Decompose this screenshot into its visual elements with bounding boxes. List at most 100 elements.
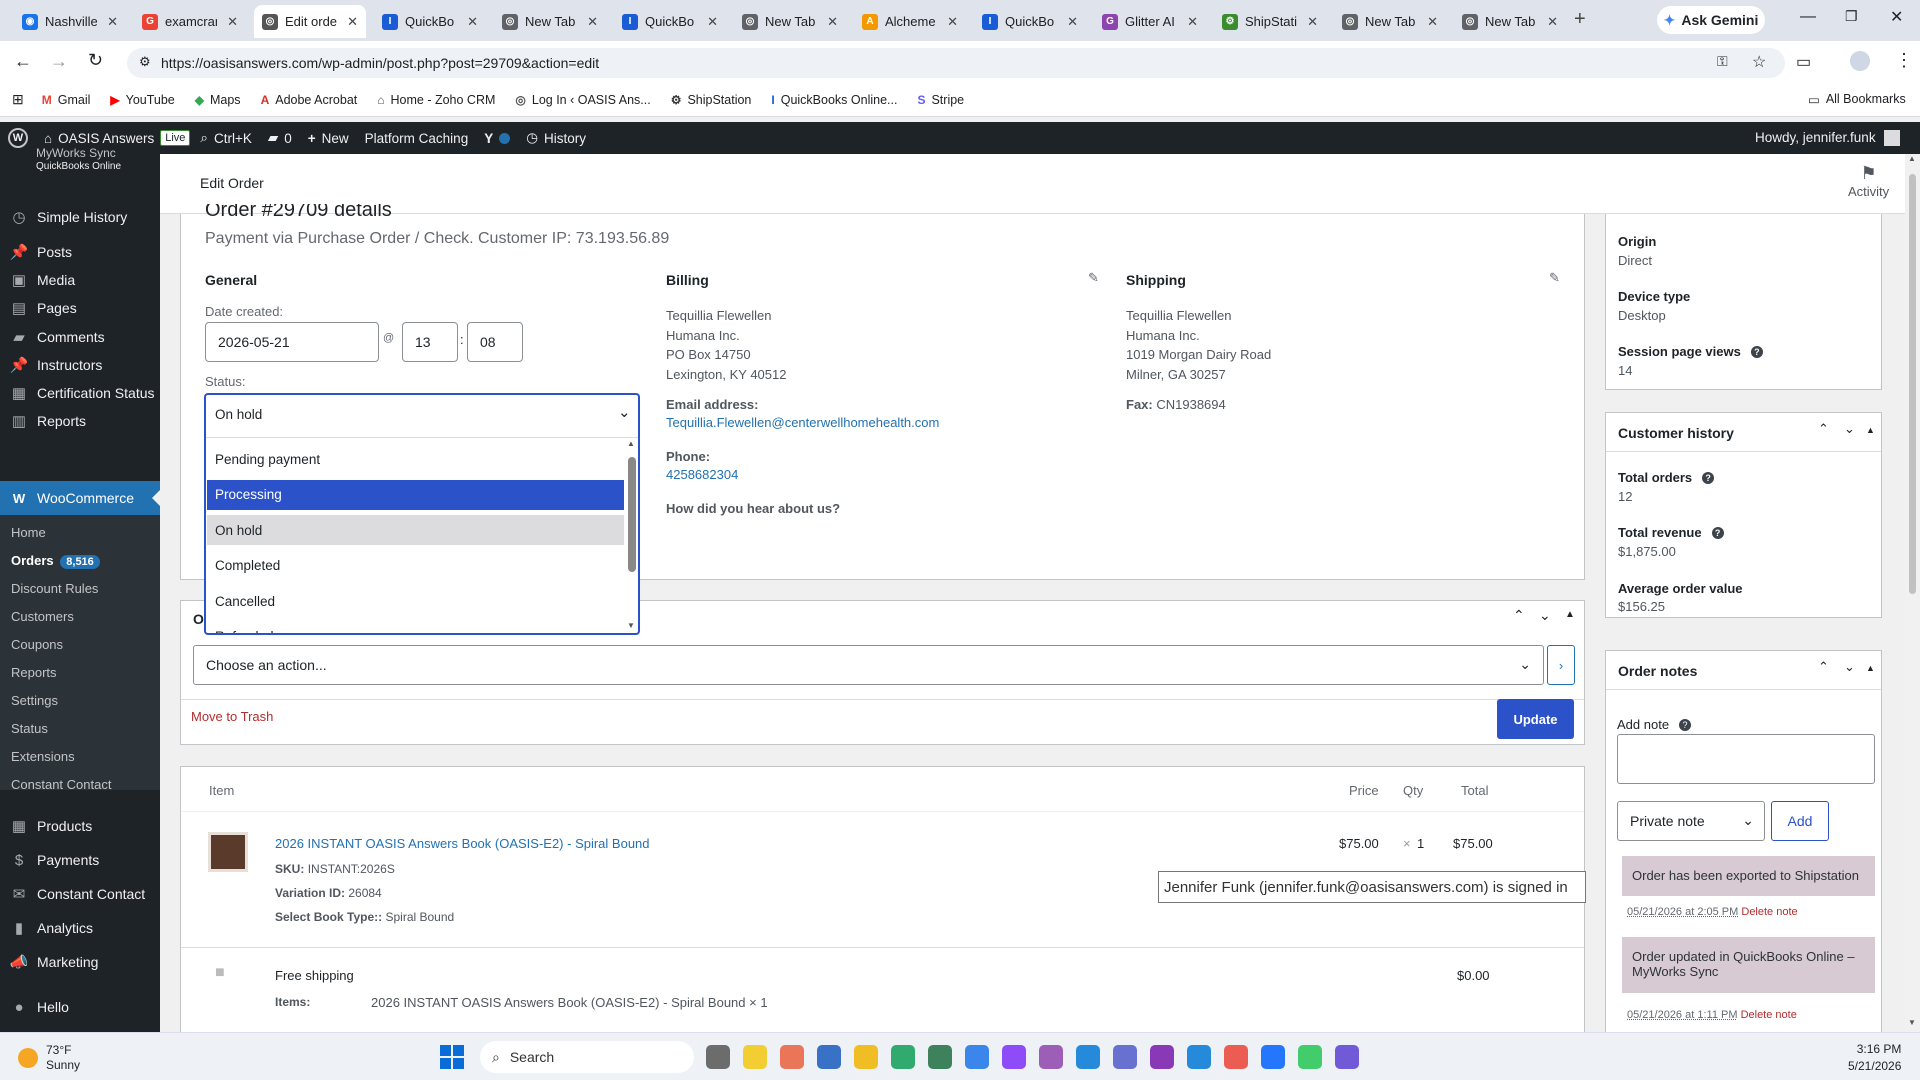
- woocommerce-submenu-item[interactable]: Settings: [11, 693, 58, 708]
- reload-icon[interactable]: ↻: [88, 50, 103, 71]
- browser-tab[interactable]: ◎ New Tab ✕: [734, 5, 846, 38]
- browser-tab[interactable]: I QuickBo ✕: [374, 5, 486, 38]
- wordpress-logo-icon[interactable]: W: [8, 128, 28, 148]
- taskbar-app-icon[interactable]: [965, 1045, 989, 1069]
- browser-tab[interactable]: ◉ Nashville ✕: [14, 5, 126, 38]
- taskbar-app-icon[interactable]: [1298, 1045, 1322, 1069]
- bookmark-item[interactable]: ⌂ Home - Zoho CRM: [377, 93, 495, 107]
- all-bookmarks[interactable]: ▭ All Bookmarks: [1808, 92, 1906, 107]
- delete-note-link[interactable]: Delete note: [1741, 1009, 1797, 1021]
- maximize-button[interactable]: ❐: [1845, 8, 1858, 25]
- browser-tab[interactable]: ◎ New Tab ✕: [1334, 5, 1446, 38]
- yoast-menu[interactable]: Y: [484, 131, 511, 146]
- bookmark-item[interactable]: ◎ Log In ‹ OASIS Ans...: [515, 93, 650, 107]
- close-tab-icon[interactable]: ✕: [707, 14, 718, 30]
- sidebar-item[interactable]: 📣 Marketing: [0, 945, 160, 979]
- close-tab-icon[interactable]: ✕: [467, 14, 478, 30]
- bookmark-item[interactable]: ◆ Maps: [195, 93, 241, 107]
- close-tab-icon[interactable]: ✕: [947, 14, 958, 30]
- taskbar-app-icon[interactable]: [1002, 1045, 1026, 1069]
- platform-caching-menu[interactable]: Platform Caching: [365, 131, 469, 146]
- hour-input[interactable]: 13: [402, 322, 458, 362]
- bookmark-item[interactable]: A Adobe Acrobat: [261, 93, 358, 107]
- toggle-panel-icon[interactable]: ▲: [1565, 609, 1575, 620]
- taskbar-app-icon[interactable]: [1039, 1045, 1063, 1069]
- dropdown-scrollbar[interactable]: ▲ ▼: [626, 437, 638, 633]
- delete-note-link[interactable]: Delete note: [1741, 906, 1797, 918]
- close-tab-icon[interactable]: ✕: [827, 14, 838, 30]
- comments-link[interactable]: ▰ 0: [268, 130, 292, 146]
- address-bar[interactable]: ⚙ https://oasisanswers.com/wp-admin/post…: [127, 48, 1785, 78]
- browser-tab[interactable]: ◎ New Tab ✕: [494, 5, 606, 38]
- close-tab-icon[interactable]: ✕: [107, 14, 118, 30]
- toggle-panel-icon[interactable]: ▲: [1866, 663, 1875, 673]
- start-button[interactable]: [440, 1045, 464, 1069]
- close-tab-icon[interactable]: ✕: [587, 14, 598, 30]
- ask-gemini-button[interactable]: ✦ Ask Gemini: [1657, 6, 1765, 34]
- close-tab-icon[interactable]: ✕: [347, 14, 358, 30]
- woocommerce-submenu-item[interactable]: Home: [11, 525, 46, 540]
- sidebar-item-woocommerce[interactable]: W WooCommerce: [0, 481, 160, 515]
- taskbar-app-icon[interactable]: [743, 1045, 767, 1069]
- sidebar-item[interactable]: ● Hello: [0, 990, 160, 1024]
- help-icon[interactable]: ?: [1711, 527, 1724, 539]
- menu-icon[interactable]: ⋮: [1895, 50, 1913, 71]
- sidebar-item[interactable]: ▦ Products: [0, 809, 160, 843]
- move-up-icon[interactable]: ⌃: [1818, 659, 1829, 675]
- apply-action-button[interactable]: ›: [1547, 645, 1575, 685]
- history-link[interactable]: ◷ History: [526, 130, 586, 146]
- sidebar-item[interactable]: $ Payments: [0, 843, 160, 877]
- bookmark-star-icon[interactable]: ☆: [1752, 52, 1766, 72]
- woocommerce-submenu-item[interactable]: Orders 8,516: [11, 553, 100, 569]
- command-palette[interactable]: ⌕ Ctrl+K: [200, 130, 251, 146]
- sidepanel-icon[interactable]: ▭: [1796, 52, 1811, 72]
- taskbar-app-icon[interactable]: [1224, 1045, 1248, 1069]
- close-tab-icon[interactable]: ✕: [1187, 14, 1198, 30]
- close-tab-icon[interactable]: ✕: [1427, 14, 1438, 30]
- status-option[interactable]: Pending payment: [207, 444, 624, 474]
- status-option[interactable]: Cancelled: [207, 586, 624, 616]
- site-name-link[interactable]: ⌂ OASIS Answers: [44, 131, 154, 146]
- browser-tab[interactable]: I QuickBo ✕: [614, 5, 726, 38]
- myworks-sync-menu[interactable]: MyWorks Sync QuickBooks Online: [10, 146, 121, 174]
- back-icon[interactable]: ←: [14, 51, 32, 72]
- move-up-icon[interactable]: ⌃: [1818, 421, 1829, 437]
- billing-phone-link[interactable]: 4258682304: [666, 467, 738, 482]
- browser-tab[interactable]: ◎ New Tab ✕: [1454, 5, 1566, 38]
- bookmark-item[interactable]: ▶ YouTube: [110, 93, 174, 107]
- browser-tab[interactable]: G Glitter AI ✕: [1094, 5, 1206, 38]
- add-note-button[interactable]: Add: [1771, 801, 1829, 841]
- help-icon[interactable]: ?: [1679, 719, 1692, 731]
- sidebar-item[interactable]: ▮ Analytics: [0, 911, 160, 945]
- taskbar-app-icon[interactable]: [854, 1045, 878, 1069]
- activity-button[interactable]: ⚑ Activity: [1848, 163, 1889, 199]
- close-tab-icon[interactable]: ✕: [1067, 14, 1078, 30]
- bookmark-item[interactable]: ⚙ ShipStation: [671, 93, 752, 107]
- woocommerce-submenu-item[interactable]: Constant Contact: [11, 777, 111, 792]
- move-up-icon[interactable]: ⌃: [1513, 607, 1525, 624]
- woocommerce-submenu-item[interactable]: Reports: [11, 665, 57, 680]
- key-icon[interactable]: ⚿: [1717, 53, 1728, 70]
- browser-tab[interactable]: Gexamcram✕: [134, 5, 246, 38]
- minute-input[interactable]: 08: [467, 322, 523, 362]
- date-created-input[interactable]: 2026-05-21: [205, 322, 379, 362]
- close-window-button[interactable]: ✕: [1890, 7, 1903, 27]
- taskbar-app-icon[interactable]: [1335, 1045, 1359, 1069]
- status-option[interactable]: Completed: [207, 551, 624, 581]
- taskbar-app-icon[interactable]: [891, 1045, 915, 1069]
- close-tab-icon[interactable]: ✕: [1547, 14, 1558, 30]
- close-tab-icon[interactable]: ✕: [227, 14, 238, 30]
- forward-icon[interactable]: →: [50, 51, 68, 72]
- note-type-select[interactable]: Private note ⌄: [1617, 801, 1765, 841]
- move-down-icon[interactable]: ⌄: [1844, 421, 1855, 437]
- billing-email-link[interactable]: Tequillia.Flewellen@centerwellhomehealth…: [666, 415, 939, 430]
- minimize-button[interactable]: —: [1800, 8, 1816, 26]
- woocommerce-submenu-item[interactable]: Extensions: [11, 749, 75, 764]
- help-icon[interactable]: ?: [1702, 472, 1715, 484]
- edit-shipping-icon[interactable]: ✎: [1549, 270, 1560, 286]
- taskbar-app-icon[interactable]: [780, 1045, 804, 1069]
- apps-icon[interactable]: ⊞: [12, 91, 24, 108]
- toggle-panel-icon[interactable]: ▲: [1866, 425, 1875, 435]
- taskbar-app-icon[interactable]: [1150, 1045, 1174, 1069]
- taskbar-app-icon[interactable]: [1113, 1045, 1137, 1069]
